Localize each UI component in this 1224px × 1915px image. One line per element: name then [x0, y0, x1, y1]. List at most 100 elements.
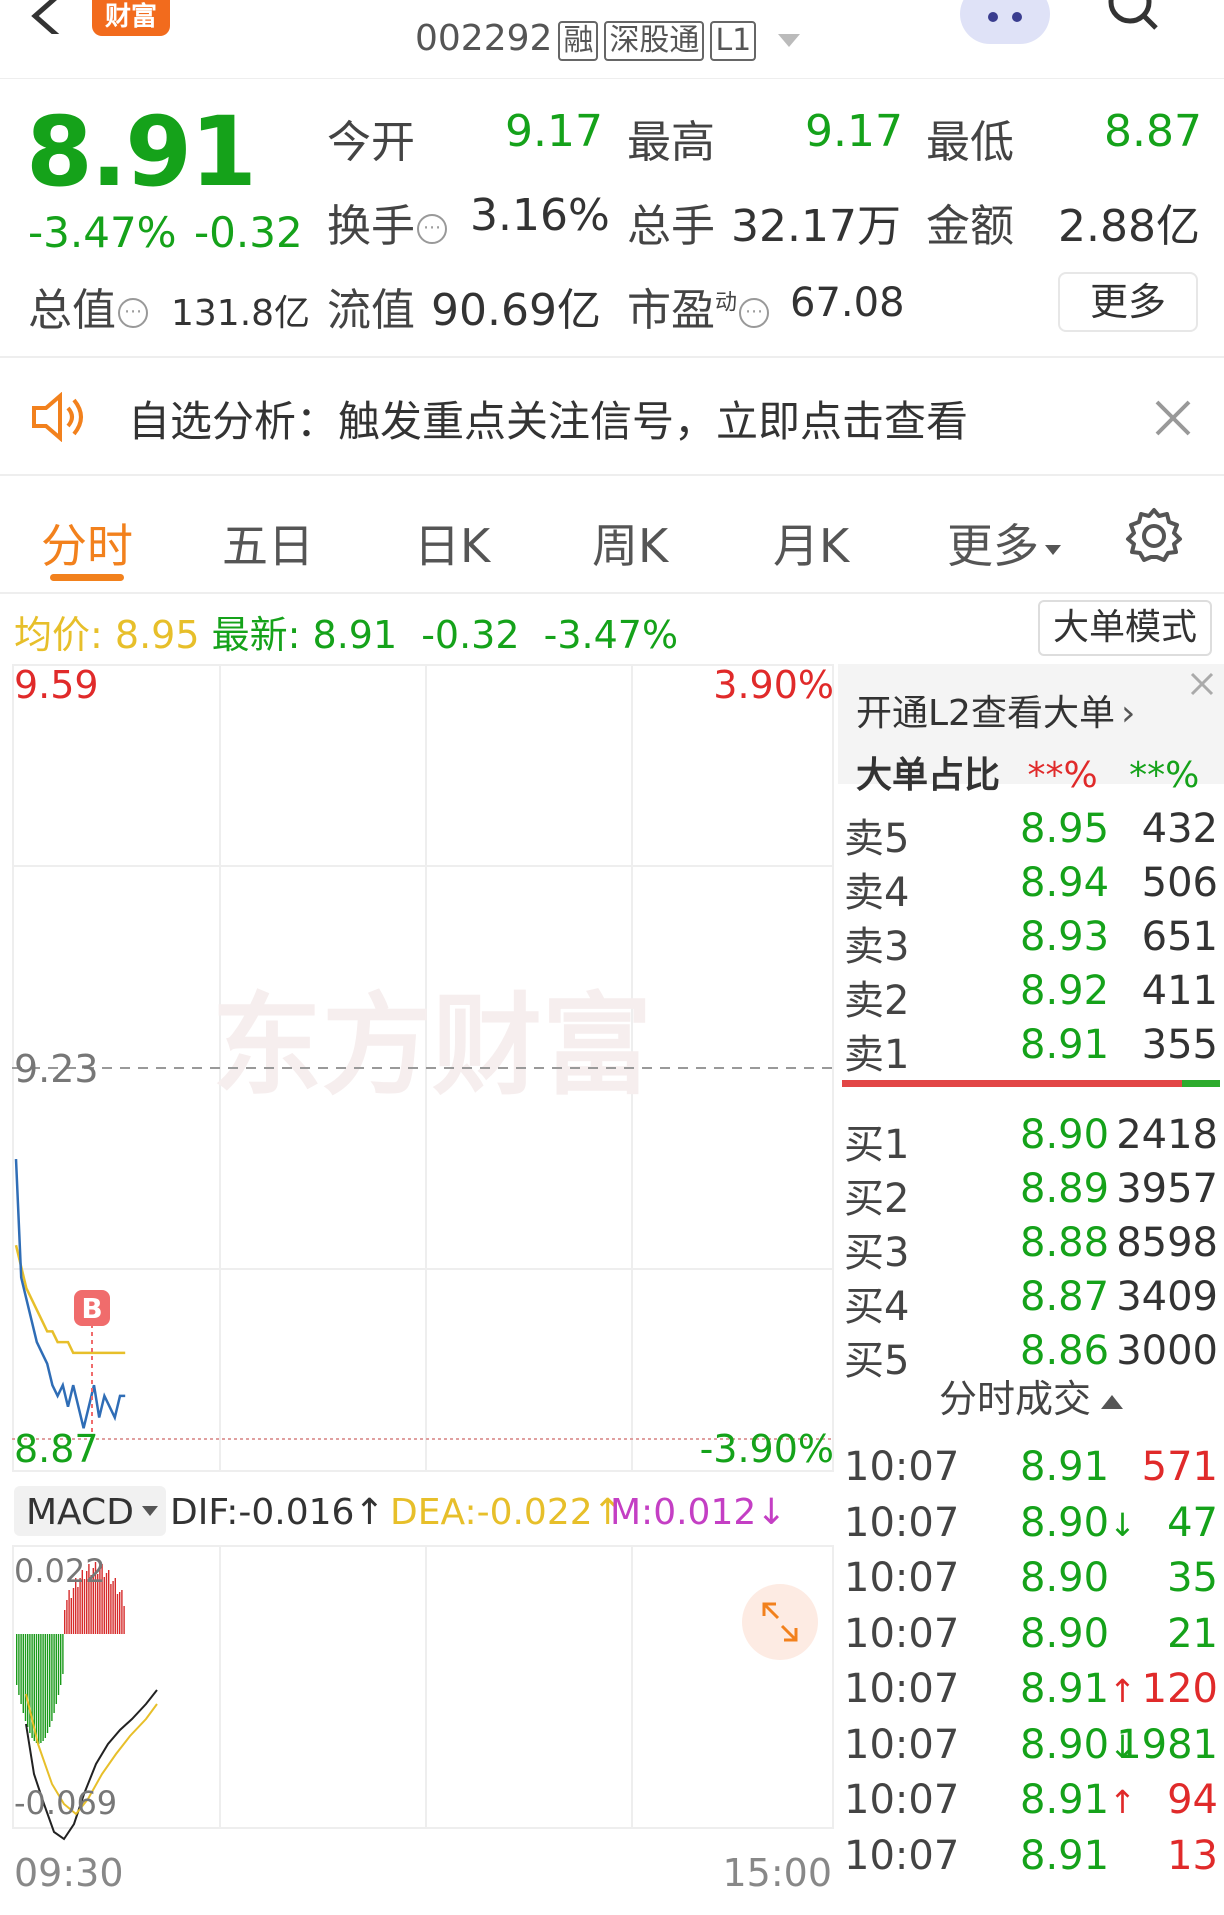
bid-level: 买4	[844, 1284, 910, 1330]
ratio-buy: **%	[1027, 755, 1098, 796]
bid-volume: 8598	[1116, 1220, 1218, 1266]
trade-time: 10:07	[844, 1444, 960, 1490]
tab-more-label: 更多	[947, 519, 1039, 573]
trade-price-value: 8.90	[1020, 1555, 1110, 1601]
bid-row[interactable]: 买3 8.88 8598	[838, 1220, 1218, 1276]
info-icon[interactable]: ⋯	[118, 298, 148, 328]
wealth-badge[interactable]: 财富	[92, 0, 170, 36]
macd-bar-negative	[62, 1634, 64, 1674]
tab-monthly-k[interactable]: 月K	[773, 510, 849, 576]
trade-price: 8.90	[1020, 1555, 1109, 1601]
trade-price-value: 8.91	[1020, 1666, 1110, 1712]
trade-volume: 94	[1167, 1777, 1218, 1823]
tab-five-day[interactable]: 五日	[222, 510, 314, 576]
change-amount: -0.32	[194, 208, 303, 257]
stock-code: 002292	[415, 18, 553, 59]
macd-bar-negative	[55, 1634, 57, 1704]
macd-bar-negative	[29, 1634, 31, 1733]
ask-volume: 506	[1141, 860, 1218, 906]
alert-message[interactable]: 自选分析：触发重点关注信号，立即点击查看	[128, 388, 968, 449]
ask-price: 8.93	[1020, 914, 1110, 960]
tab-more[interactable]: 更多	[947, 510, 1061, 576]
price-series	[14, 1159, 126, 1429]
ask-price: 8.94	[1020, 860, 1110, 906]
ask-volume: 651	[1141, 914, 1218, 960]
trade-price: 8.91	[1020, 1444, 1109, 1490]
tab-weekly-k[interactable]: 周K	[592, 510, 668, 576]
ratio-label: 大单占比	[856, 755, 1001, 796]
info-icon[interactable]: ⋯	[417, 214, 447, 244]
macd-bar-positive	[68, 1590, 70, 1634]
macd-bar-positive	[77, 1587, 79, 1634]
dea-value: DEA:-0.022↑	[390, 1492, 623, 1533]
ask-level: 卖1	[844, 1032, 910, 1078]
trade-time: 10:07	[844, 1499, 960, 1546]
macd-bar-positive	[64, 1610, 66, 1634]
trade-price-value: 8.90	[1020, 1610, 1110, 1657]
bid-price: 8.87	[1020, 1274, 1110, 1320]
ask-level: 卖4	[844, 870, 910, 916]
open-label: 今开	[327, 117, 415, 168]
dropdown-caret-icon	[1045, 544, 1061, 555]
ask-row[interactable]: 卖1 8.91 355	[838, 1022, 1218, 1078]
trade-volume: 1981	[1116, 1721, 1218, 1768]
low-value: 8.87	[1104, 106, 1202, 157]
bid-row[interactable]: 买1 8.90 2418	[838, 1112, 1218, 1168]
search-icon[interactable]	[1108, 0, 1158, 30]
pe-label-text: 市盈	[627, 285, 715, 336]
close-icon[interactable]	[1155, 400, 1191, 436]
settings-gear-icon[interactable]	[1124, 506, 1184, 566]
open-value: 9.17	[505, 106, 603, 157]
bid-row[interactable]: 买2 8.89 3957	[838, 1166, 1218, 1222]
trades-header[interactable]: 分时成交	[838, 1368, 1224, 1423]
macd-bar-negative	[42, 1634, 44, 1741]
big-order-ratio-row: 大单占比 **% **%	[856, 746, 1199, 798]
l2-link[interactable]: 开通L2查看大单 ›	[856, 684, 1135, 736]
pe-value: 67.08	[790, 280, 905, 326]
ask-row[interactable]: 卖3 8.93 651	[838, 914, 1218, 970]
ask-volume: 355	[1141, 1022, 1218, 1068]
tab-daily-k[interactable]: 日K	[414, 510, 490, 576]
macd-axis-top: 0.022	[14, 1552, 106, 1590]
time-end: 15:00	[722, 1851, 832, 1895]
bid-row[interactable]: 买4 8.87 3409	[838, 1274, 1218, 1330]
ask-bid-bar-green	[1182, 1080, 1220, 1087]
macd-bar-negative	[20, 1634, 22, 1704]
back-arrow-icon[interactable]	[20, 0, 70, 34]
pct-axis-top: 3.90%	[713, 664, 834, 707]
pe-dynamic-mark: 动	[715, 290, 738, 316]
volume-label: 总手	[627, 201, 715, 252]
dropdown-caret-icon[interactable]	[777, 33, 800, 47]
trade-row: 10:07 8.91 13	[838, 1833, 1218, 1889]
tag-level: L1	[710, 21, 757, 61]
ask-row[interactable]: 卖4 8.94 506	[838, 860, 1218, 916]
tab-intraday[interactable]: 分时	[41, 510, 133, 576]
macd-bar-negative	[44, 1634, 46, 1738]
caret-up-icon	[1101, 1394, 1123, 1409]
amount-value: 2.88亿	[1058, 201, 1200, 252]
turnover-value: 3.16%	[470, 190, 610, 241]
trade-time: 10:07	[844, 1666, 960, 1712]
macd-bar-positive	[105, 1573, 108, 1634]
y-axis-mid: 9.23	[14, 1047, 99, 1091]
turnover-label-text: 换手	[327, 201, 415, 252]
mktcap-label[interactable]: 总值 ⋯	[28, 274, 148, 338]
ask-volume: 411	[1141, 968, 1218, 1014]
ask-row[interactable]: 卖5 8.95 432	[838, 806, 1218, 862]
big-order-mode-button[interactable]: 大单模式	[1038, 600, 1212, 656]
macd-bar-negative	[57, 1634, 60, 1695]
expand-chart-button[interactable]	[742, 1584, 818, 1660]
latest-label: 最新:	[211, 613, 301, 657]
turnover-label[interactable]: 换手 ⋯	[327, 190, 447, 254]
assistant-robot-icon[interactable]	[960, 0, 1050, 44]
intraday-chart[interactable]: 东方财富 9.59 9.23 8.87 3.90% -3.90% B MACD …	[12, 664, 834, 1902]
info-icon[interactable]: ⋯	[739, 298, 770, 328]
trade-row: 10:07 8.91↑ 120	[838, 1666, 1218, 1722]
macd-bar-positive	[110, 1584, 112, 1634]
ask-price: 8.91	[1020, 1022, 1110, 1068]
m-value: M:0.012↓	[610, 1492, 786, 1533]
ask-row[interactable]: 卖2 8.92 411	[838, 968, 1218, 1024]
close-icon[interactable]	[1182, 664, 1222, 704]
more-quote-button[interactable]: 更多	[1058, 272, 1198, 332]
pe-label[interactable]: 市盈动 ⋯	[627, 274, 770, 338]
